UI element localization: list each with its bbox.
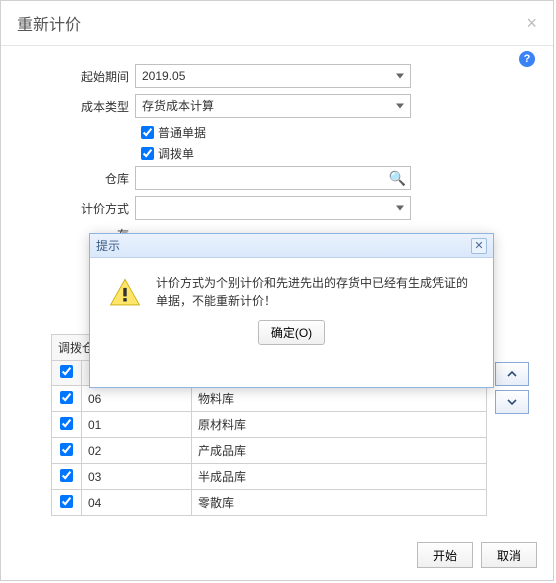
row-name: 原材料库 [192, 412, 487, 438]
message-titlebar: 提示 ✕ [90, 234, 493, 258]
row-code: 04 [82, 490, 192, 516]
table-row[interactable]: 01原材料库 [52, 412, 487, 438]
start-period-combo[interactable]: 2019.05 [135, 64, 411, 88]
chk-transfer-label: 调拨单 [158, 145, 194, 162]
pricing-method-label: 计价方式 [31, 200, 135, 217]
message-close-icon[interactable]: ✕ [471, 238, 487, 254]
table-row[interactable]: 03半成品库 [52, 464, 487, 490]
ok-button[interactable]: 确定(O) [258, 320, 325, 345]
header-checkbox-cell [52, 361, 82, 386]
arrow-controls [495, 334, 535, 516]
row-name: 物料库 [192, 386, 487, 412]
row-checkbox[interactable] [60, 469, 73, 482]
message-box: 提示 ✕ 计价方式为个别计价和先进先出的存货中已经有生成凭证的单据，不能重新计价… [89, 233, 494, 388]
title-bar: 重新计价 × [1, 1, 553, 46]
move-up-button[interactable] [495, 362, 529, 386]
chevron-down-icon [507, 397, 517, 407]
table-row[interactable]: 04零散库 [52, 490, 487, 516]
start-button[interactable]: 开始 [417, 542, 473, 568]
table-row[interactable]: 02产成品库 [52, 438, 487, 464]
table-row[interactable]: 06物料库 [52, 386, 487, 412]
help-icon[interactable]: ? [519, 51, 535, 67]
cost-type-label: 成本类型 [31, 98, 135, 115]
start-period-value: 2019.05 [142, 69, 185, 83]
start-period-label: 起始期间 [31, 68, 135, 85]
caret-down-icon [396, 74, 404, 79]
pricing-method-combo[interactable] [135, 196, 411, 220]
row-code: 02 [82, 438, 192, 464]
row-checkbox[interactable] [60, 495, 73, 508]
row-code: 01 [82, 412, 192, 438]
row-name: 零散库 [192, 490, 487, 516]
row-checkbox[interactable] [60, 391, 73, 404]
row-name: 产成品库 [192, 438, 487, 464]
form-area: 起始期间 2019.05 成本类型 存货成本计算 普通单据 [1, 46, 553, 264]
dialog-title: 重新计价 [17, 11, 81, 35]
row-checkbox[interactable] [60, 417, 73, 430]
search-icon[interactable]: 🔍 [389, 170, 406, 187]
caret-down-icon [396, 104, 404, 109]
message-title: 提示 [96, 237, 120, 254]
warehouse-input[interactable]: 🔍 [135, 166, 411, 190]
chevron-up-icon [507, 369, 517, 379]
close-icon[interactable]: × [526, 13, 537, 34]
message-text: 计价方式为个别计价和先进先出的存货中已经有生成凭证的单据，不能重新计价！ [156, 274, 475, 310]
warehouse-label: 仓库 [31, 170, 135, 187]
footer: 开始 取消 [417, 542, 537, 568]
chk-normal-label: 普通单据 [158, 124, 206, 141]
header-checkbox[interactable] [60, 365, 73, 378]
row-checkbox[interactable] [60, 443, 73, 456]
cost-type-combo[interactable]: 存货成本计算 [135, 94, 411, 118]
recalc-dialog: 重新计价 × ? 起始期间 2019.05 成本类型 存货成本计算 [0, 0, 554, 581]
row-name: 半成品库 [192, 464, 487, 490]
caret-down-icon [396, 206, 404, 211]
chk-transfer-doc[interactable] [141, 147, 154, 160]
cost-type-value: 存货成本计算 [142, 99, 214, 113]
row-code: 03 [82, 464, 192, 490]
row-code: 06 [82, 386, 192, 412]
move-down-button[interactable] [495, 390, 529, 414]
chk-normal-doc[interactable] [141, 126, 154, 139]
warning-icon [108, 276, 142, 310]
cancel-button[interactable]: 取消 [481, 542, 537, 568]
